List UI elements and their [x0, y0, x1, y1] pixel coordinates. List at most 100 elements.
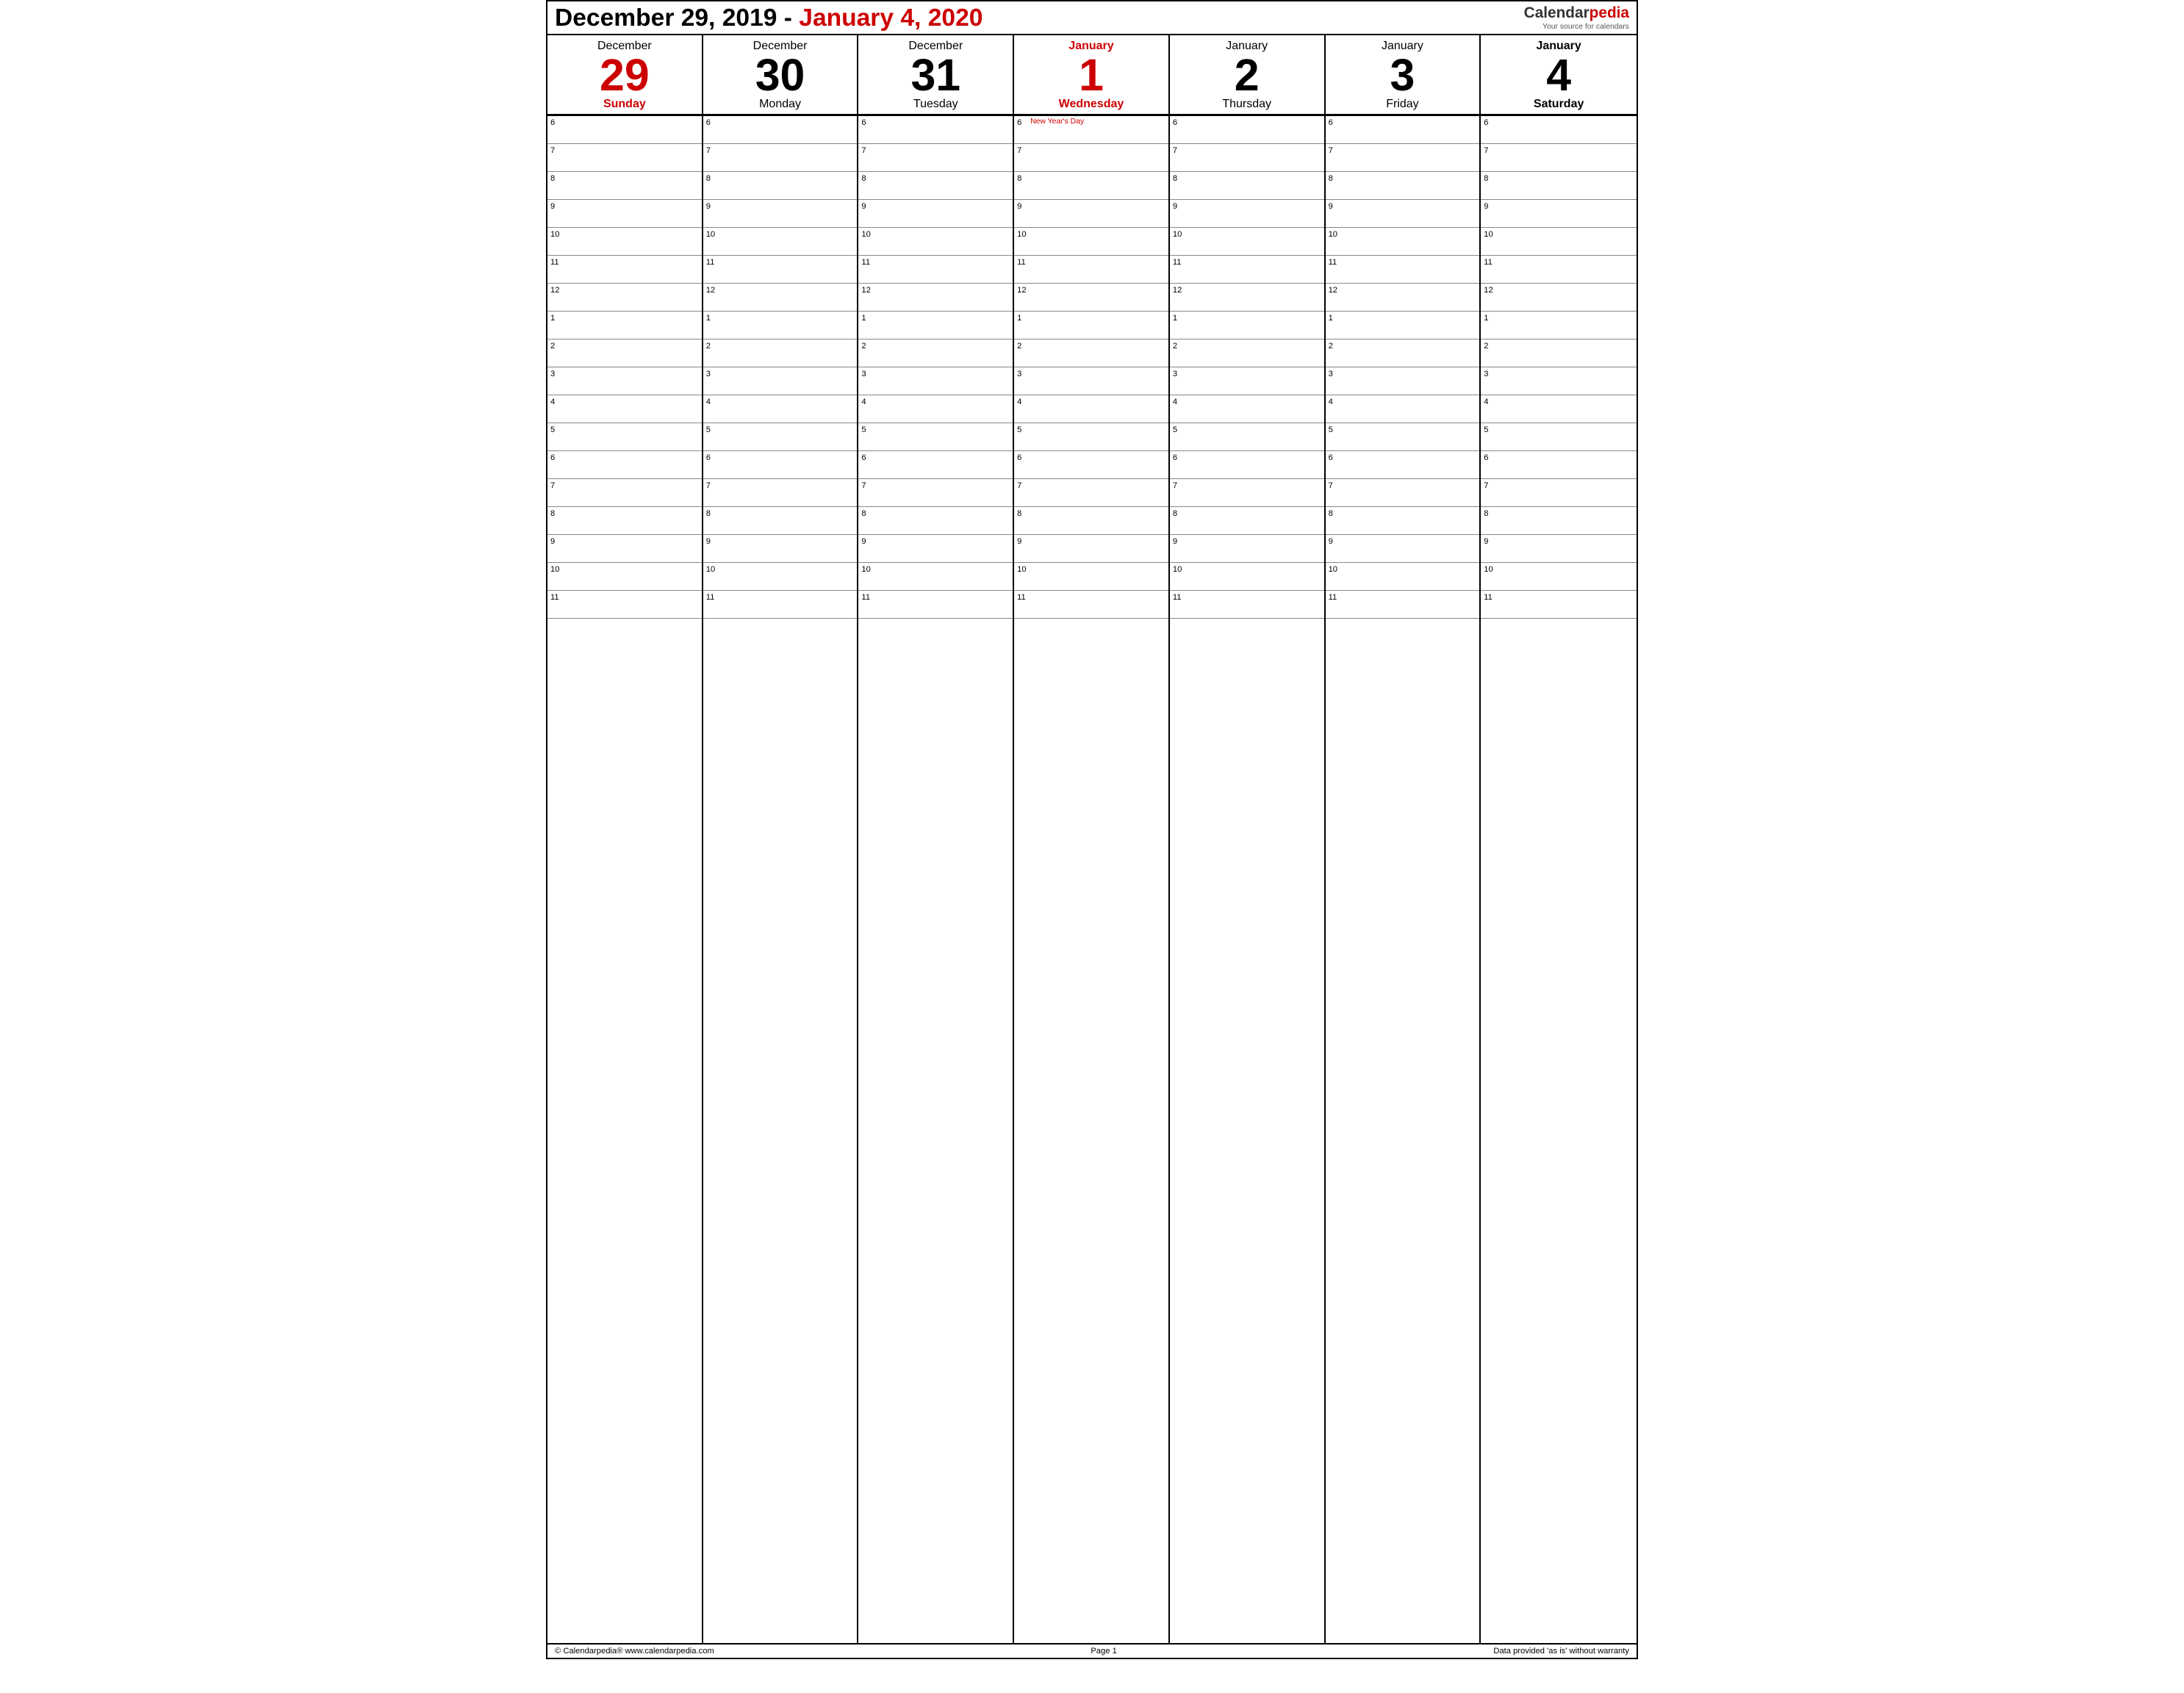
time-label-9-col-0: 3: [549, 369, 562, 378]
day-number-3: 1: [1079, 53, 1104, 98]
time-row-8-col-3: 2: [1014, 339, 1168, 367]
time-row-1-col-6: 7: [1481, 144, 1637, 172]
time-row-17-col-0: 11: [547, 591, 702, 619]
time-row-17-col-3: 11: [1014, 591, 1168, 619]
time-row-9-col-2: 3: [858, 367, 1013, 395]
time-label-6-col-1: 12: [705, 285, 718, 295]
time-label-16-col-2: 10: [860, 564, 873, 574]
time-label-11-col-2: 5: [860, 425, 873, 434]
time-label-14-col-0: 8: [549, 508, 562, 518]
time-row-11-col-1: 5: [703, 423, 858, 451]
day-header-1: December30Monday: [703, 35, 859, 114]
time-label-14-col-2: 8: [860, 508, 873, 518]
time-label-11-col-4: 5: [1171, 425, 1185, 434]
time-row-3-col-6: 9: [1481, 200, 1637, 228]
time-row-0-col-4: 6: [1170, 116, 1324, 144]
time-row-1-col-0: 7: [547, 144, 702, 172]
time-label-16-col-5: 10: [1327, 564, 1340, 574]
time-label-5-col-1: 11: [705, 257, 718, 267]
footer-left: © Calendarpedia® www.calendarpedia.com: [555, 1647, 714, 1656]
time-row-16-col-0: 10: [547, 563, 702, 591]
time-label-14-col-5: 8: [1327, 508, 1340, 518]
time-row-15-col-5: 9: [1326, 535, 1480, 563]
time-row-1-col-4: 7: [1170, 144, 1324, 172]
time-label-17-col-3: 11: [1016, 592, 1029, 602]
time-row-11-col-3: 5: [1014, 423, 1168, 451]
time-row-6-col-2: 12: [858, 284, 1013, 312]
day-column-4: 67891011121234567891011: [1170, 116, 1326, 1643]
logo-calendar: Calendar: [1524, 4, 1589, 21]
day-number-5: 3: [1390, 53, 1415, 98]
day-column-5: 67891011121234567891011: [1326, 116, 1481, 1643]
time-label-9-col-1: 3: [705, 369, 718, 378]
time-row-5-col-6: 11: [1481, 256, 1637, 284]
time-grid: 6789101112123456789101167891011121234567…: [547, 116, 1637, 1643]
time-row-15-col-6: 9: [1481, 535, 1637, 563]
time-label-17-col-2: 11: [860, 592, 873, 602]
time-label-14-col-6: 8: [1482, 508, 1495, 518]
time-row-1-col-1: 7: [703, 144, 858, 172]
time-row-13-col-1: 7: [703, 479, 858, 507]
time-label-11-col-6: 5: [1482, 425, 1495, 434]
time-row-11-col-0: 5: [547, 423, 702, 451]
time-row-6-col-4: 12: [1170, 284, 1324, 312]
time-row-17-col-4: 11: [1170, 591, 1324, 619]
time-row-14-col-0: 8: [547, 507, 702, 535]
time-label-3-col-6: 9: [1482, 201, 1495, 211]
time-label-7-col-2: 1: [860, 313, 873, 323]
time-row-1-col-2: 7: [858, 144, 1013, 172]
time-row-4-col-4: 10: [1170, 228, 1324, 256]
time-row-15-col-0: 9: [547, 535, 702, 563]
time-label-2-col-0: 8: [549, 173, 562, 183]
time-label-16-col-3: 10: [1016, 564, 1029, 574]
time-label-12-col-1: 6: [705, 453, 718, 462]
day-name-4: Thursday: [1222, 98, 1271, 111]
time-row-14-col-6: 8: [1481, 507, 1637, 535]
time-row-4-col-0: 10: [547, 228, 702, 256]
time-label-8-col-1: 2: [705, 341, 718, 351]
time-row-0-col-6: 6: [1481, 116, 1637, 144]
logo-name: Calendarpedia: [1524, 4, 1629, 23]
day-column-3: 6New Year's Day7891011121234567891011: [1014, 116, 1170, 1643]
day-name-5: Friday: [1386, 98, 1418, 111]
time-label-14-col-1: 8: [705, 508, 718, 518]
time-row-1-col-5: 7: [1326, 144, 1480, 172]
time-row-10-col-4: 4: [1170, 395, 1324, 423]
time-label-16-col-0: 10: [549, 564, 562, 574]
time-row-11-col-4: 5: [1170, 423, 1324, 451]
time-row-4-col-5: 10: [1326, 228, 1480, 256]
time-label-3-col-3: 9: [1016, 201, 1029, 211]
time-row-7-col-1: 1: [703, 312, 858, 339]
day-number-1: 30: [755, 53, 805, 98]
time-row-6-col-6: 12: [1481, 284, 1637, 312]
time-label-13-col-2: 7: [860, 481, 873, 490]
time-row-7-col-6: 1: [1481, 312, 1637, 339]
time-label-15-col-1: 9: [705, 536, 718, 546]
time-label-2-col-1: 8: [705, 173, 718, 183]
time-row-16-col-2: 10: [858, 563, 1013, 591]
time-label-11-col-1: 5: [705, 425, 718, 434]
day-column-0: 67891011121234567891011: [547, 116, 703, 1643]
time-label-0-col-0: 6: [549, 118, 562, 127]
time-row-11-col-2: 5: [858, 423, 1013, 451]
time-row-0-col-1: 6: [703, 116, 858, 144]
time-row-5-col-5: 11: [1326, 256, 1480, 284]
time-label-9-col-2: 3: [860, 369, 873, 378]
time-label-5-col-0: 11: [549, 257, 562, 267]
time-row-10-col-5: 4: [1326, 395, 1480, 423]
time-row-13-col-0: 7: [547, 479, 702, 507]
time-label-8-col-5: 2: [1327, 341, 1340, 351]
time-row-8-col-4: 2: [1170, 339, 1324, 367]
time-row-3-col-1: 9: [703, 200, 858, 228]
time-row-8-col-6: 2: [1481, 339, 1637, 367]
time-row-1-col-3: 7: [1014, 144, 1168, 172]
time-row-12-col-3: 6: [1014, 451, 1168, 479]
time-row-6-col-1: 12: [703, 284, 858, 312]
time-label-6-col-3: 12: [1016, 285, 1029, 295]
time-label-8-col-6: 2: [1482, 341, 1495, 351]
day-column-6: 67891011121234567891011: [1481, 116, 1637, 1643]
time-row-3-col-5: 9: [1326, 200, 1480, 228]
time-label-16-col-4: 10: [1171, 564, 1185, 574]
time-label-15-col-3: 9: [1016, 536, 1029, 546]
time-row-17-col-5: 11: [1326, 591, 1480, 619]
